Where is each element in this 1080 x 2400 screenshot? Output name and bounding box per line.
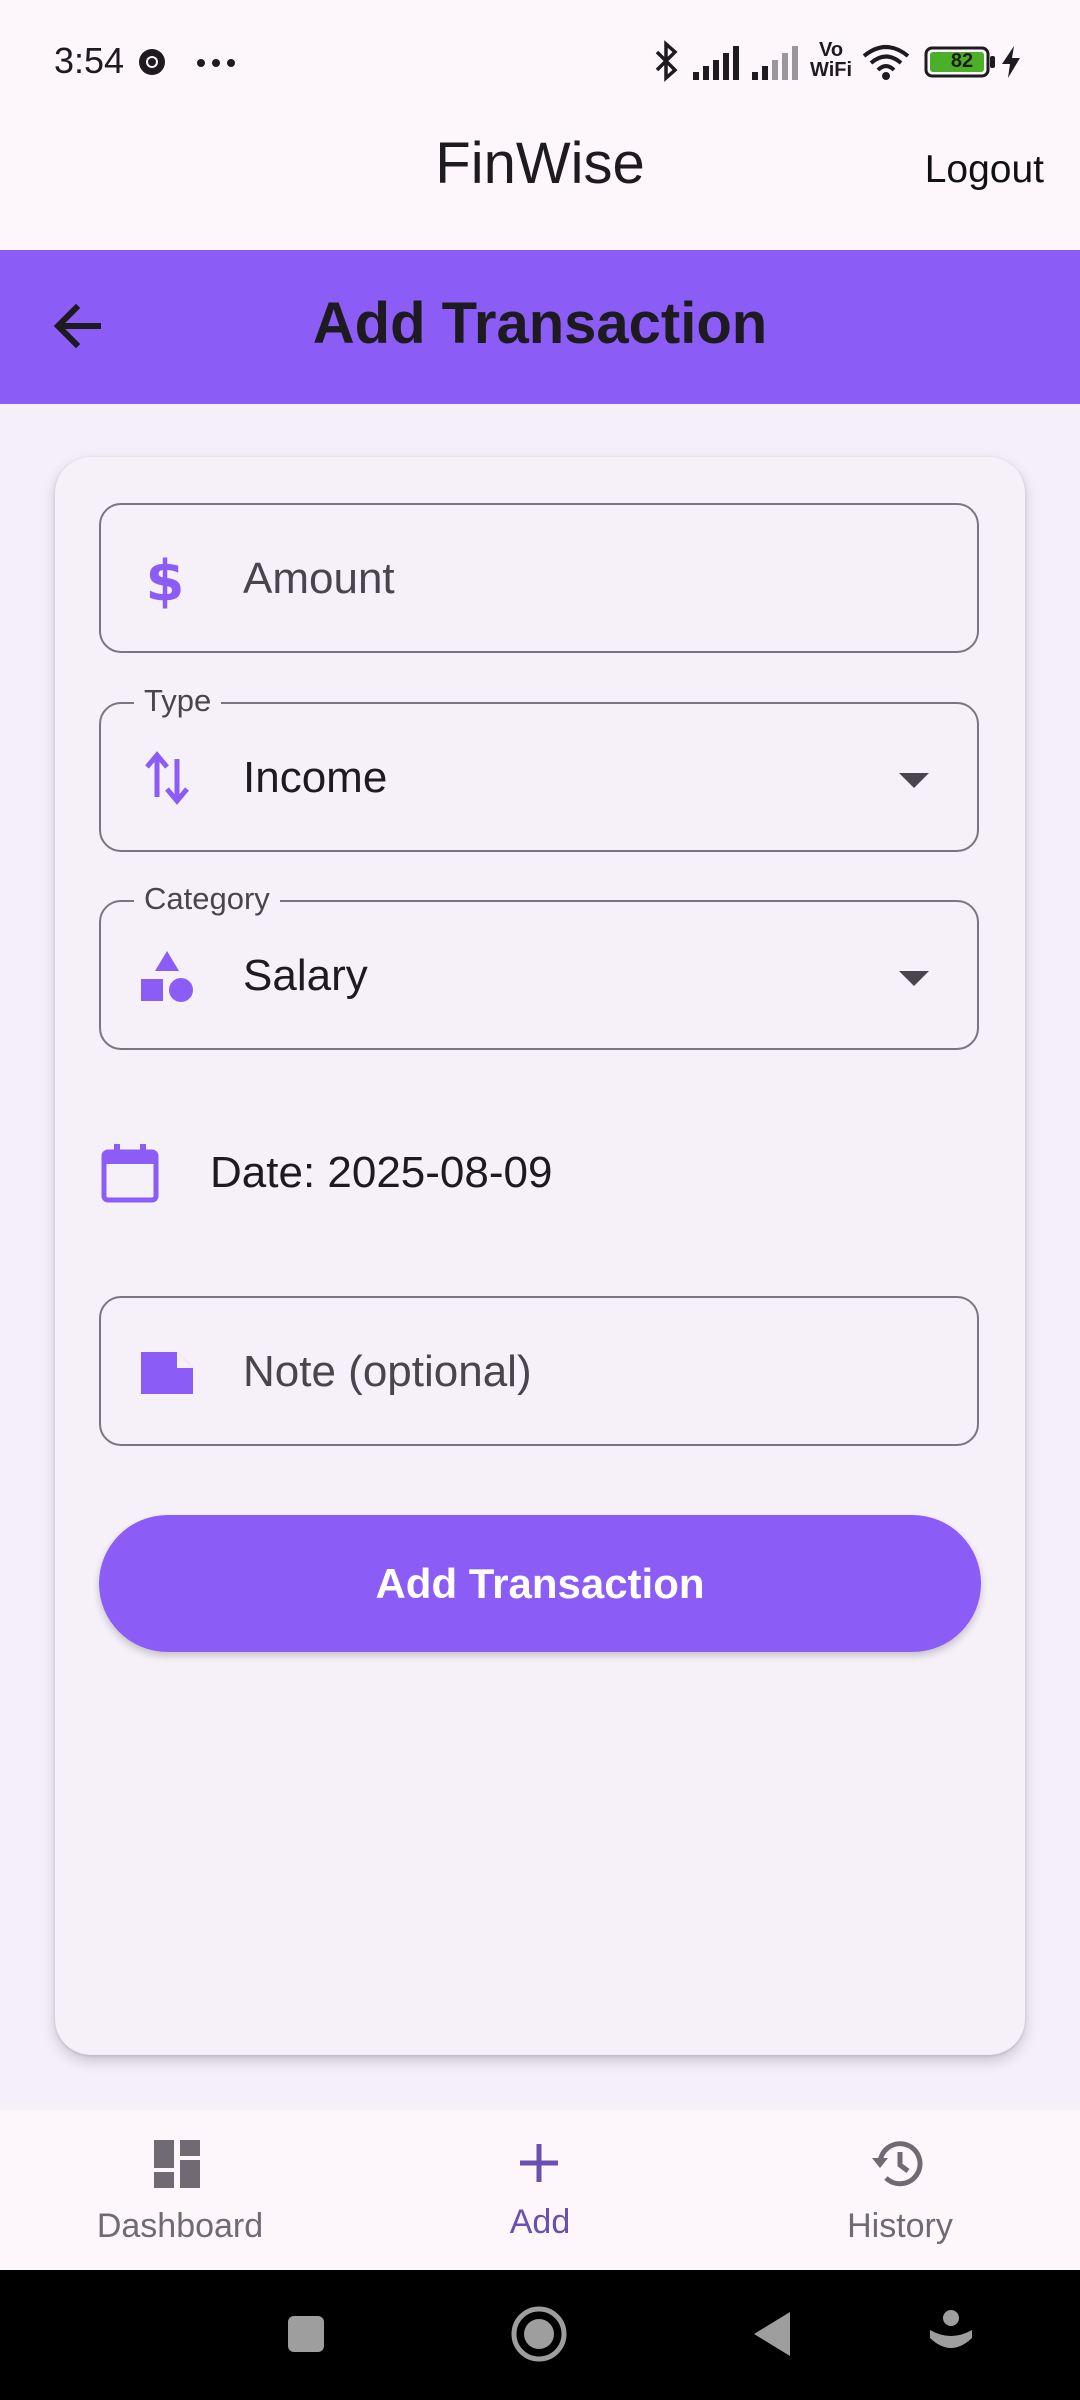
status-time: 3:54 — [54, 40, 125, 81]
svg-text:$: $ — [146, 550, 185, 610]
app-title: FinWise — [435, 131, 645, 196]
type-label: Type — [134, 683, 222, 719]
chrome-icon — [137, 47, 167, 77]
recents-square-icon[interactable] — [286, 2314, 326, 2359]
logout-button[interactable]: Logout — [925, 148, 1044, 192]
add-transaction-button[interactable]: Add Transaction — [99, 1515, 981, 1652]
signal-weak-icon — [752, 44, 802, 80]
category-label: Category — [134, 881, 280, 917]
type-dropdown[interactable]: Income — [99, 702, 979, 852]
charging-icon — [1000, 46, 1022, 78]
type-value: Income — [243, 753, 388, 802]
note-field[interactable]: Note (optional) — [99, 1296, 979, 1446]
history-icon — [870, 2136, 928, 2197]
category-value: Salary — [243, 951, 368, 1000]
bluetooth-icon — [653, 40, 681, 82]
nav-item-history[interactable]: History — [750, 2130, 1050, 2260]
swap-vertical-icon — [145, 751, 189, 810]
nav-item-dashboard[interactable]: Dashboard — [30, 2130, 330, 2260]
calendar-icon[interactable] — [100, 1142, 162, 1209]
category-dropdown[interactable]: Salary — [99, 900, 979, 1050]
nav-label-dashboard: Dashboard — [96, 2207, 264, 2245]
dashboard-icon — [152, 2138, 204, 2195]
chevron-down-icon — [899, 971, 929, 986]
signal-icon — [693, 44, 743, 80]
home-circle-icon[interactable] — [510, 2305, 568, 2368]
plus-icon — [514, 2138, 564, 2193]
amount-field[interactable]: $ Amount — [99, 503, 979, 653]
date-picker-text[interactable]: Date: 2025-08-09 — [210, 1148, 552, 1198]
battery-level: 82 — [950, 50, 974, 72]
more-dots-icon — [196, 58, 236, 68]
note-placeholder: Note (optional) — [243, 1347, 532, 1396]
category-shapes-icon — [139, 949, 195, 1010]
assistant-icon[interactable] — [928, 2308, 974, 2365]
chevron-down-icon — [899, 773, 929, 788]
nav-item-add[interactable]: Add — [390, 2130, 690, 2260]
nav-label-history: History — [847, 2207, 953, 2245]
back-triangle-icon[interactable] — [752, 2310, 792, 2363]
amount-placeholder: Amount — [243, 554, 395, 603]
vowifi-icon: Vo WiFi — [810, 39, 853, 81]
nav-label-add: Add — [509, 2203, 571, 2241]
wifi-icon — [862, 44, 910, 80]
note-icon — [137, 1350, 195, 1401]
dollar-icon: $ — [145, 549, 185, 615]
page-title: Add Transaction — [312, 291, 768, 356]
